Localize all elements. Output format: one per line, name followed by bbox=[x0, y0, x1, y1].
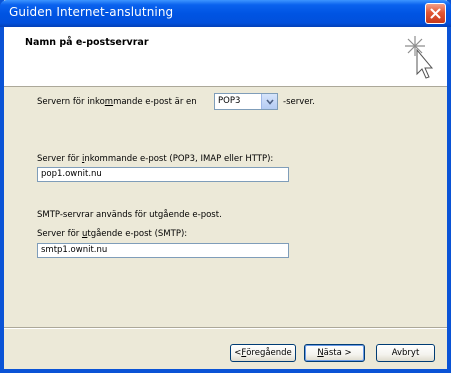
cancel-button[interactable]: Avbryt bbox=[376, 344, 435, 362]
incoming-server-field[interactable]: pop1.ownit.nu bbox=[37, 167, 289, 182]
server-type-value: POP3 bbox=[218, 96, 241, 106]
select-dropdown-button[interactable] bbox=[261, 94, 277, 109]
wizard-window: Guiden Internet-anslutning Namn på e-pos… bbox=[0, 0, 451, 373]
page-title: Namn på e-postservrar bbox=[25, 37, 149, 48]
close-icon bbox=[430, 8, 441, 19]
next-button[interactable]: Nästa > bbox=[304, 344, 365, 362]
incoming-type-label: Servern för inkommande e-post är en bbox=[37, 97, 197, 107]
button-separator bbox=[4, 327, 447, 329]
smtp-info-text: SMTP-servrar används för utgående e-post… bbox=[37, 210, 222, 220]
wizard-sparkle-cursor-icon bbox=[405, 36, 434, 79]
chevron-down-icon bbox=[265, 98, 274, 105]
title-bar[interactable]: Guiden Internet-anslutning bbox=[0, 0, 451, 27]
wizard-header: Namn på e-postservrar bbox=[4, 27, 447, 87]
outgoing-server-field[interactable]: smtp1.ownit.nu bbox=[37, 243, 289, 258]
outgoing-server-label: Server för utgående e-post (SMTP): bbox=[37, 229, 188, 239]
server-type-select[interactable]: POP3 bbox=[214, 93, 278, 110]
back-button[interactable]: < Föregående bbox=[230, 344, 296, 362]
server-type-suffix: -server. bbox=[283, 97, 315, 107]
close-button[interactable] bbox=[425, 3, 446, 24]
form-area: Servern för inkommande e-post är en POP3… bbox=[4, 88, 447, 328]
incoming-server-label: Server för inkommande e-post (POP3, IMAP… bbox=[37, 154, 274, 164]
window-title: Guiden Internet-anslutning bbox=[9, 5, 174, 19]
